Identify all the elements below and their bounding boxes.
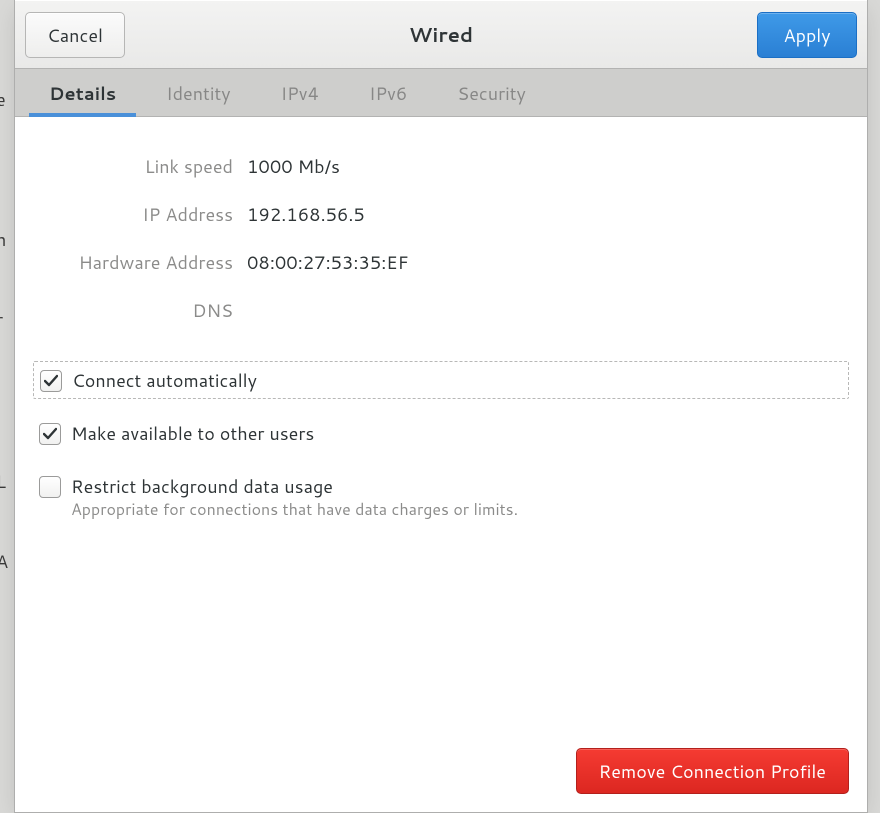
backdrop-fragment: e [0, 86, 6, 112]
tab-identity[interactable]: Identity [146, 69, 250, 116]
restrict-background-option[interactable]: Restrict background data usage Appropria… [33, 468, 849, 527]
dns-label: DNS [33, 297, 233, 323]
backdrop-fragment: A [0, 548, 8, 574]
connect-automatically-label: Connect automatically [72, 368, 257, 392]
ip-address-value: 192.168.56.5 [247, 201, 849, 227]
checkmark-icon [44, 374, 58, 388]
tab-label: IPv4 [281, 80, 319, 106]
tab-label: Details [49, 80, 116, 106]
connect-automatically-option[interactable]: Connect automatically [33, 361, 849, 399]
remove-connection-profile-button[interactable]: Remove Connection Profile [576, 748, 849, 794]
dns-value [247, 297, 849, 323]
backdrop-fragment: r [0, 306, 3, 332]
options-group: Connect automatically Make available to … [33, 361, 849, 527]
available-to-others-label: Make available to other users [71, 421, 314, 445]
tab-label: IPv6 [369, 80, 407, 106]
restrict-background-sublabel: Appropriate for connections that have da… [71, 500, 518, 521]
tab-bar: Details Identity IPv4 IPv6 Security [15, 69, 867, 117]
restrict-background-text: Restrict background data usage Appropria… [71, 474, 518, 521]
tab-security[interactable]: Security [437, 69, 546, 116]
restrict-background-label: Restrict background data usage [71, 474, 518, 498]
header-bar: Cancel Wired Apply [15, 0, 867, 69]
tab-label: Identity [166, 80, 230, 106]
tab-ipv4[interactable]: IPv4 [261, 69, 339, 116]
details-grid: Link speed 1000 Mb/s IP Address 192.168.… [33, 153, 849, 323]
ip-address-label: IP Address [33, 201, 233, 227]
link-speed-label: Link speed [33, 153, 233, 179]
available-to-others-checkbox[interactable] [39, 423, 61, 445]
checkmark-icon [43, 427, 57, 441]
tab-ipv6[interactable]: IPv6 [349, 69, 427, 116]
cancel-button[interactable]: Cancel [25, 12, 125, 58]
tab-label: Security [457, 80, 526, 106]
hardware-address-value: 08:00:27:53:35:EF [247, 249, 849, 275]
connection-editor-dialog: Cancel Wired Apply Details Identity IPv4… [14, 0, 868, 813]
link-speed-value: 1000 Mb/s [247, 153, 849, 179]
tab-details[interactable]: Details [29, 69, 136, 116]
connect-automatically-checkbox[interactable] [40, 370, 62, 392]
backdrop-fragment: L [0, 468, 6, 494]
available-to-others-option[interactable]: Make available to other users [33, 415, 849, 451]
dialog-title: Wired [409, 21, 473, 49]
tab-content: Link speed 1000 Mb/s IP Address 192.168.… [15, 117, 867, 812]
apply-button[interactable]: Apply [757, 12, 857, 58]
hardware-address-label: Hardware Address [33, 249, 233, 275]
restrict-background-checkbox[interactable] [39, 476, 61, 498]
backdrop-fragment: n [0, 226, 6, 252]
footer: Remove Connection Profile [576, 748, 849, 794]
